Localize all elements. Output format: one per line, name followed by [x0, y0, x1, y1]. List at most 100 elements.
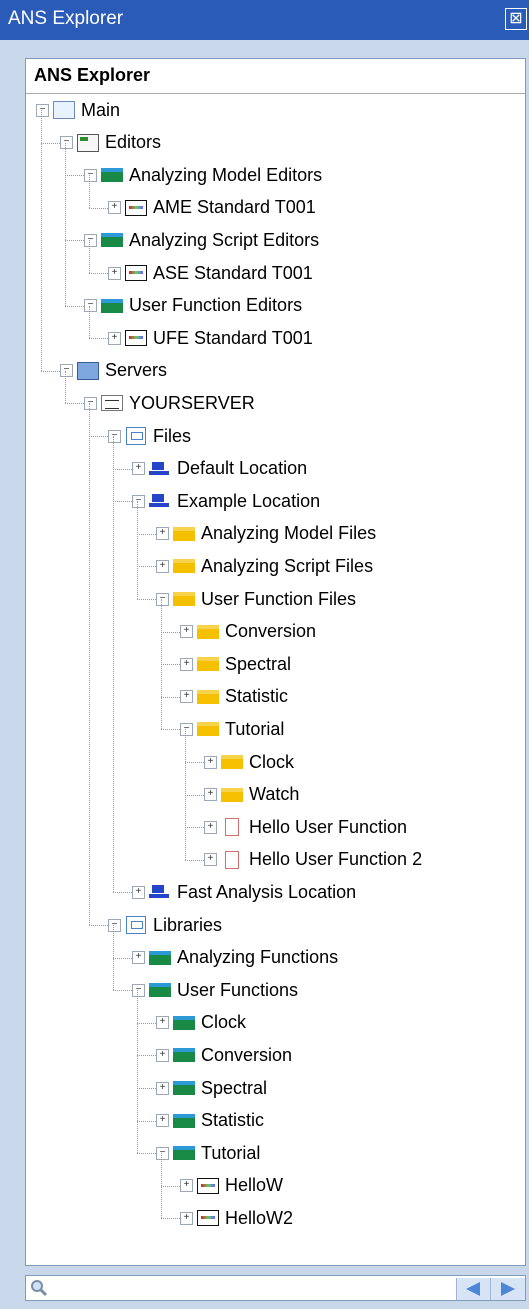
collapse-toggle[interactable]: − [60, 136, 73, 150]
tree-node[interactable]: + Spectral [156, 1073, 267, 1103]
expand-toggle[interactable]: + [132, 951, 145, 965]
tree-connector [65, 142, 66, 306]
collapse-toggle[interactable]: − [84, 396, 97, 410]
expand-toggle[interactable]: + [180, 657, 193, 671]
tree-connector [137, 1120, 156, 1122]
tree-connector [137, 501, 138, 599]
folder-yellow-icon [197, 655, 219, 673]
tree-node[interactable]: + Conversion [180, 617, 316, 647]
folder-green-icon [173, 1144, 195, 1162]
expand-toggle[interactable]: + [156, 1114, 169, 1128]
tree-node[interactable]: − YOURSERVER [84, 388, 255, 418]
tree-node[interactable]: + Hello User Function [204, 812, 407, 842]
tree-node[interactable]: − Analyzing Script Editors [84, 225, 319, 255]
forward-button[interactable] [490, 1278, 525, 1300]
tree-connector [137, 533, 156, 535]
tree-connector [161, 664, 180, 666]
folder-yellow-icon [221, 786, 243, 804]
collapse-toggle[interactable]: − [84, 233, 97, 247]
tree-node[interactable]: − Main [36, 95, 120, 125]
document-icon [221, 850, 243, 869]
expand-toggle[interactable]: + [204, 853, 217, 867]
tree-node[interactable]: + Default Location [132, 454, 307, 484]
tree-node[interactable]: − Analyzing Model Editors [84, 160, 322, 190]
tree-node[interactable]: + Fast Analysis Location [132, 877, 356, 907]
tree-node[interactable]: + Statistic [156, 1106, 264, 1136]
tree-node[interactable]: − Libraries [108, 910, 222, 940]
tree-connector [65, 370, 66, 404]
expand-toggle[interactable]: + [156, 559, 169, 573]
tree-connector [161, 696, 180, 698]
expand-toggle[interactable]: + [156, 527, 169, 541]
tree-node[interactable]: − Files [108, 421, 191, 451]
tree-connector [65, 240, 84, 242]
tree-node[interactable]: − Tutorial [156, 1138, 260, 1168]
expand-toggle[interactable]: + [108, 266, 121, 280]
collapse-toggle[interactable]: − [84, 168, 97, 182]
editor-file-icon [125, 264, 147, 282]
tree-node-label: Fast Analysis Location [177, 881, 357, 902]
tree-node[interactable]: − User Functions [132, 975, 298, 1005]
folder-green-icon [101, 231, 123, 249]
tree-node-label: AME Standard T001 [153, 197, 316, 218]
collapse-toggle[interactable]: − [108, 918, 121, 932]
collapse-toggle[interactable]: − [156, 1146, 169, 1160]
tree-node[interactable]: + Analyzing Model Files [156, 519, 376, 549]
close-button[interactable]: ⊠ [505, 8, 527, 30]
tree-node[interactable]: + UFE Standard T001 [108, 323, 313, 353]
search-input[interactable] [56, 1278, 420, 1300]
expand-toggle[interactable]: + [156, 1048, 169, 1062]
tree-node[interactable]: + ASE Standard T001 [108, 258, 313, 288]
collapse-toggle[interactable]: − [132, 494, 145, 508]
expand-toggle[interactable]: + [204, 788, 217, 802]
tree-connector [113, 436, 114, 893]
expand-toggle[interactable]: + [108, 201, 121, 215]
expand-toggle[interactable]: + [132, 885, 145, 899]
tree-node-label: Example Location [177, 490, 321, 511]
tree-node[interactable]: + Clock [156, 1008, 246, 1038]
collapse-toggle[interactable]: − [60, 364, 73, 378]
collapse-toggle[interactable]: − [108, 429, 121, 443]
expand-toggle[interactable]: + [132, 462, 145, 476]
tree-node[interactable]: + Statistic [180, 682, 288, 712]
tree-node[interactable]: + Watch [204, 780, 299, 810]
tree-node[interactable]: + Clock [204, 747, 294, 777]
tree-node[interactable]: + Hello User Function 2 [204, 845, 422, 875]
tree-connector [185, 859, 204, 861]
collapse-toggle[interactable]: − [180, 722, 193, 736]
tree-node[interactable]: + HelloW2 [180, 1203, 293, 1233]
editor-file-icon [125, 199, 147, 217]
tree-node-label: Main [81, 99, 121, 120]
collapse-toggle[interactable]: − [36, 103, 49, 117]
tree-connector [89, 240, 90, 273]
expand-toggle[interactable]: + [180, 1179, 193, 1193]
tree-node[interactable]: + Analyzing Functions [132, 943, 338, 973]
expand-toggle[interactable]: + [156, 1081, 169, 1095]
expand-toggle[interactable]: + [204, 755, 217, 769]
tree-node[interactable]: + HelloW [180, 1171, 283, 1201]
collapse-toggle[interactable]: − [132, 983, 145, 997]
tree-node[interactable]: − User Function Editors [84, 291, 302, 321]
tree-node[interactable]: + Conversion [156, 1040, 292, 1070]
back-button[interactable] [456, 1278, 491, 1300]
tree-node[interactable]: − Example Location [132, 486, 320, 516]
collapse-toggle[interactable]: − [84, 299, 97, 313]
expand-toggle[interactable]: + [180, 690, 193, 704]
tree-connector [89, 207, 108, 209]
tree-node[interactable]: − User Function Files [156, 584, 356, 614]
tree-node[interactable]: − Tutorial [180, 714, 284, 744]
tree-node[interactable]: − Editors [60, 128, 161, 158]
expand-toggle[interactable]: + [180, 1211, 193, 1225]
tree-node[interactable]: + Spectral [180, 649, 291, 679]
expand-toggle[interactable]: + [180, 625, 193, 639]
expand-toggle[interactable]: + [108, 331, 121, 345]
expand-toggle[interactable]: + [156, 1016, 169, 1030]
collapse-toggle[interactable]: − [156, 592, 169, 606]
tree-node-label: Analyzing Script Files [201, 555, 374, 576]
tree-node[interactable]: + AME Standard T001 [108, 193, 316, 223]
tree-node-label: User Functions [177, 979, 299, 1000]
tree-connector [137, 1153, 156, 1155]
expand-toggle[interactable]: + [204, 820, 217, 834]
tree-node[interactable]: + Analyzing Script Files [156, 551, 373, 581]
tree-node[interactable]: − Servers [60, 356, 167, 386]
